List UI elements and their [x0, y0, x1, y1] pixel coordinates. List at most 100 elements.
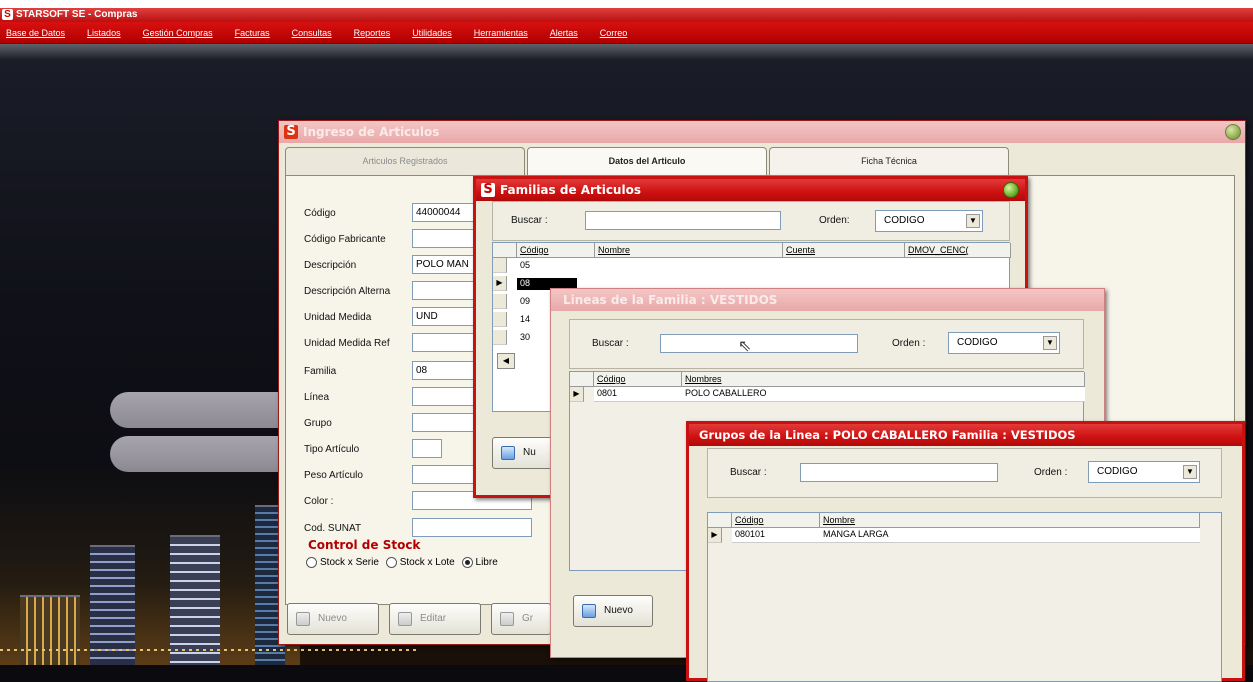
row-indicator — [493, 294, 507, 309]
control-de-stock-title: Control de Stock — [308, 538, 421, 552]
window-titlebar: Lineas de la Familia : VESTIDOS — [551, 289, 1104, 311]
orden-label: Orden : — [1034, 467, 1068, 478]
tab-ficha-tecnica[interactable]: Ficha Técnica — [769, 147, 1009, 175]
orden-value: CODIGO — [957, 337, 998, 348]
row-indicator — [493, 330, 507, 345]
scroll-left-icon[interactable]: ◀ — [497, 353, 515, 369]
label-tipo-articulo: Tipo Artículo — [304, 444, 360, 455]
search-input[interactable] — [585, 211, 781, 230]
tab-articulos-registrados[interactable]: Articulos Registrados — [285, 147, 525, 175]
buscar-label: Buscar : — [511, 215, 548, 226]
label-cod-sunat: Cod. SUNAT — [304, 523, 362, 534]
stock-options: Stock x Serie Stock x Lote Libre — [306, 557, 502, 568]
col-nombres[interactable]: Nombres — [682, 372, 1085, 387]
col-nombre[interactable]: Nombre — [595, 243, 783, 258]
grid-corner — [493, 243, 517, 258]
dropdown-arrow-icon[interactable]: ▼ — [966, 214, 980, 228]
label-unidad-medida-ref: Unidad Medida Ref — [304, 338, 390, 349]
menu-base-de-datos[interactable]: Base de Datos — [6, 28, 65, 38]
close-icon[interactable] — [1003, 182, 1019, 198]
button-label: Nuevo — [604, 605, 633, 616]
window-grupos-linea: Grupos de la Linea : POLO CABALLERO Fami… — [686, 421, 1245, 682]
cell-codigo: 0801 — [597, 388, 618, 398]
nuevo-linea-button[interactable]: Nuevo — [573, 595, 653, 627]
search-input[interactable] — [660, 334, 858, 353]
menu-herramientas[interactable]: Herramientas — [474, 28, 528, 38]
orden-value: CODIGO — [1097, 466, 1138, 477]
radio-icon — [385, 557, 397, 568]
menu-correo[interactable]: Correo — [600, 28, 628, 38]
button-label: Gr — [522, 613, 534, 624]
orden-label: Orden : — [892, 338, 926, 349]
save-icon — [500, 612, 514, 626]
orden-label: Orden: — [819, 215, 850, 226]
col-codigo[interactable]: Código — [517, 243, 595, 258]
radio-stock-serie[interactable]: Stock x Serie — [306, 557, 379, 568]
menu-reportes[interactable]: Reportes — [354, 28, 391, 38]
col-dmov[interactable]: DMOV_CENC( — [905, 243, 1011, 258]
button-label: Editar — [420, 613, 447, 624]
row-indicator — [493, 312, 507, 327]
nuevo-articulo-button[interactable]: Nuevo — [287, 603, 379, 635]
radio-label: Libre — [475, 557, 498, 569]
tipo-articulo-field[interactable] — [412, 439, 442, 458]
label-descripcion: Descripción — [304, 260, 357, 271]
grabar-articulo-button[interactable]: Gr — [491, 603, 551, 635]
label-grupo: Grupo — [304, 418, 332, 429]
city-skyline — [0, 465, 300, 665]
editar-articulo-button[interactable]: Editar — [389, 603, 481, 635]
radio-label: Stock x Lote — [399, 557, 455, 569]
window-titlebar: S Familias de Articulos — [476, 179, 1025, 201]
label-unidad-medida: Unidad Medida — [304, 312, 372, 323]
label-peso-articulo: Peso Artículo — [304, 470, 363, 481]
window-title: Lineas de la Familia : VESTIDOS — [563, 293, 778, 307]
s-logo-icon: S — [2, 9, 13, 20]
new-doc-icon — [501, 446, 515, 460]
search-input[interactable] — [800, 463, 998, 482]
window-title: Ingreso de Articulos — [303, 125, 440, 139]
table-row[interactable]: 080101 MANGA LARGA — [732, 528, 1200, 543]
close-icon[interactable] — [1225, 124, 1241, 140]
tab-datos-del-articulo[interactable]: Datos del Articulo — [527, 147, 767, 175]
radio-libre[interactable]: Libre — [461, 557, 498, 569]
menu-gestion-compras[interactable]: Gestión Compras — [143, 28, 213, 38]
orden-select[interactable]: CODIGO ▼ — [875, 210, 983, 232]
cell-nombre: MANGA LARGA — [823, 529, 889, 539]
table-row-codigo[interactable]: 05 — [517, 260, 577, 272]
window-titlebar: S Ingreso de Articulos — [279, 121, 1245, 143]
orden-select[interactable]: CODIGO ▼ — [948, 332, 1060, 354]
label-familia: Familia — [304, 366, 337, 377]
col-nombre[interactable]: Nombre — [820, 513, 1200, 528]
row-indicator — [493, 258, 507, 273]
search-panel: Buscar : Orden: CODIGO ▼ — [492, 201, 1010, 241]
col-codigo[interactable]: Código — [732, 513, 820, 528]
starsoft-logo-icon — [110, 392, 280, 428]
main-menubar: Base de Datos Listados Gestión Compras F… — [0, 22, 1253, 44]
menu-facturas[interactable]: Facturas — [235, 28, 270, 38]
menu-utilidades[interactable]: Utilidades — [412, 28, 452, 38]
buscar-label: Buscar : — [730, 467, 767, 478]
grid-corner — [570, 372, 594, 387]
col-cuenta[interactable]: Cuenta — [783, 243, 905, 258]
radio-label: Stock x Serie — [320, 557, 379, 569]
col-codigo[interactable]: Código — [594, 372, 682, 387]
search-panel: Buscar : Orden : CODIGO ▼ ⇖ — [569, 319, 1084, 369]
window-title: Grupos de la Linea : POLO CABALLERO Fami… — [699, 428, 1076, 442]
orden-select[interactable]: CODIGO ▼ — [1088, 461, 1200, 483]
table-row[interactable]: 0801 POLO CABALLERO — [594, 387, 1085, 402]
dropdown-arrow-icon[interactable]: ▼ — [1183, 465, 1197, 479]
row-pointer-icon: ▶ — [708, 528, 722, 543]
menu-consultas[interactable]: Consultas — [292, 28, 332, 38]
app-title: STARSOFT SE - Compras — [16, 9, 138, 20]
window-title: Familias de Articulos — [500, 183, 641, 197]
menu-listados[interactable]: Listados — [87, 28, 121, 38]
cell-codigo: 080101 — [735, 529, 766, 539]
new-doc-icon — [582, 604, 596, 618]
dropdown-arrow-icon[interactable]: ▼ — [1043, 336, 1057, 350]
button-label: Nuevo — [318, 613, 347, 624]
menu-alertas[interactable]: Alertas — [550, 28, 578, 38]
grid-corner — [708, 513, 732, 528]
radio-stock-lote[interactable]: Stock x Lote — [385, 557, 455, 569]
cod-sunat-field[interactable] — [412, 518, 532, 537]
search-panel: Buscar : Orden : CODIGO ▼ — [707, 448, 1222, 498]
